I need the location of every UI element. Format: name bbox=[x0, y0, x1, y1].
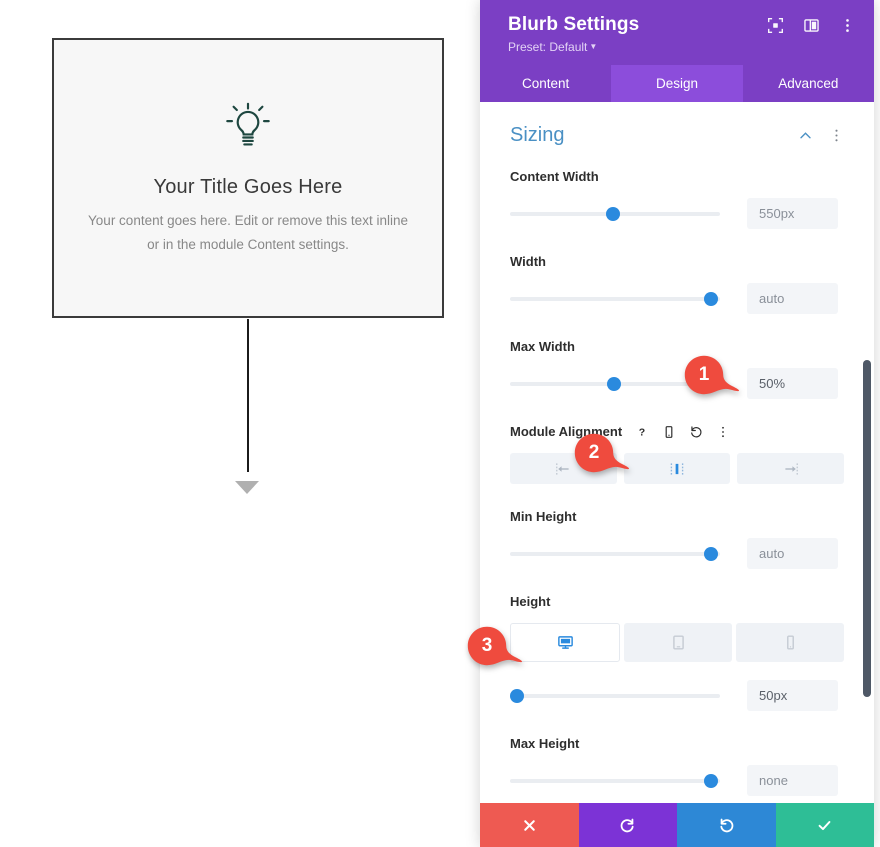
sizing-section-header: Sizing bbox=[510, 124, 844, 147]
svg-text:?: ? bbox=[639, 426, 645, 438]
slider-track bbox=[510, 296, 720, 301]
slider-knob[interactable] bbox=[607, 376, 621, 391]
module-preview-canvas: Your Title Goes Here Your content goes h… bbox=[0, 0, 480, 847]
width-value[interactable]: auto bbox=[747, 283, 838, 314]
badge-number: 1 bbox=[698, 364, 710, 385]
field-content-width: Content Width 550px bbox=[510, 169, 844, 229]
chevron-up-icon[interactable] bbox=[798, 128, 813, 143]
align-right-icon bbox=[785, 462, 798, 475]
responsive-phone-icon[interactable] bbox=[662, 425, 676, 439]
tab-content[interactable]: Content bbox=[480, 65, 611, 102]
blurb-title: Your Title Goes Here bbox=[153, 176, 343, 199]
height-device-tabs bbox=[510, 623, 844, 662]
badge-number: 2 bbox=[588, 442, 600, 463]
panel-action-bar bbox=[480, 803, 874, 847]
align-right-button[interactable] bbox=[737, 453, 845, 484]
panel-header: Blurb Settings Preset: Default ▼ bbox=[480, 0, 874, 65]
cancel-button[interactable] bbox=[480, 803, 579, 847]
slider-knob[interactable] bbox=[510, 688, 524, 703]
blurb-body-text: Your content goes here. Edit or remove t… bbox=[88, 213, 408, 252]
align-center-button[interactable] bbox=[623, 453, 731, 484]
field-width: Width auto bbox=[510, 254, 844, 314]
min-height-label: Min Height bbox=[510, 509, 577, 524]
height-label: Height bbox=[510, 594, 551, 609]
field-max-width: Max Width 50% bbox=[510, 339, 844, 399]
content-width-value[interactable]: 550px bbox=[747, 198, 838, 229]
panel-body: Sizing Content Width 550px Width auto Ma… bbox=[480, 102, 874, 803]
tab-design[interactable]: Design bbox=[611, 65, 743, 102]
slider-track bbox=[510, 693, 720, 698]
down-triangle-arrow-icon bbox=[235, 481, 259, 494]
app-screenshot: Your Title Goes Here Your content goes h… bbox=[0, 0, 880, 847]
panel-scrollbar[interactable] bbox=[863, 360, 871, 697]
device-tab-phone[interactable] bbox=[736, 623, 844, 662]
fullscreen-icon[interactable] bbox=[767, 17, 784, 34]
caret-down-icon: ▼ bbox=[589, 42, 598, 51]
align-center-icon bbox=[670, 462, 684, 475]
module-alignment-label: Module Alignment ? bbox=[510, 424, 844, 439]
max-width-value[interactable]: 50% bbox=[747, 368, 838, 399]
min-height-slider[interactable] bbox=[510, 545, 720, 563]
redo-icon bbox=[720, 818, 734, 832]
tab-advanced[interactable]: Advanced bbox=[743, 65, 874, 102]
section-title: Sizing bbox=[510, 124, 565, 146]
max-height-slider[interactable] bbox=[510, 772, 720, 790]
height-slider[interactable] bbox=[510, 687, 720, 705]
badge-number: 3 bbox=[481, 635, 493, 656]
help-icon[interactable]: ? bbox=[635, 425, 649, 439]
field-max-height: Max Height none bbox=[510, 736, 844, 796]
slider-track bbox=[510, 551, 720, 556]
field-height: Height 50px bbox=[510, 594, 844, 711]
content-width-slider[interactable] bbox=[510, 205, 720, 223]
redo-button[interactable] bbox=[677, 803, 776, 847]
layout-panel-icon[interactable] bbox=[803, 17, 820, 34]
annotation-badge-1: 1 bbox=[684, 355, 740, 395]
device-tab-desktop[interactable] bbox=[510, 623, 620, 662]
blurb-settings-panel: Blurb Settings Preset: Default ▼ Content… bbox=[480, 0, 874, 847]
height-value[interactable]: 50px bbox=[747, 680, 838, 711]
reset-icon[interactable] bbox=[689, 425, 703, 439]
tablet-icon bbox=[672, 635, 684, 650]
lightbulb-icon bbox=[226, 102, 270, 146]
slider-knob[interactable] bbox=[704, 291, 718, 306]
max-height-value[interactable]: none bbox=[747, 765, 838, 796]
preset-selector[interactable]: Preset: Default ▼ bbox=[508, 40, 854, 54]
width-slider[interactable] bbox=[510, 290, 720, 308]
check-icon bbox=[818, 820, 831, 830]
slider-knob[interactable] bbox=[704, 773, 718, 788]
blurb-module-preview[interactable]: Your Title Goes Here Your content goes h… bbox=[52, 38, 444, 318]
device-tab-tablet[interactable] bbox=[624, 623, 732, 662]
undo-icon bbox=[620, 818, 634, 832]
module-alignment-options bbox=[510, 453, 845, 484]
save-button[interactable] bbox=[775, 803, 874, 847]
field-module-alignment: Module Alignment ? bbox=[510, 424, 845, 484]
kebab-menu-icon[interactable] bbox=[716, 425, 730, 439]
width-label: Width bbox=[510, 254, 546, 269]
section-kebab-menu-icon[interactable] bbox=[829, 128, 844, 143]
panel-header-actions bbox=[767, 17, 856, 34]
slider-knob[interactable] bbox=[704, 546, 718, 561]
preset-label: Preset: Default bbox=[508, 40, 588, 54]
slider-track bbox=[510, 778, 720, 783]
content-width-label: Content Width bbox=[510, 169, 599, 184]
max-width-label: Max Width bbox=[510, 339, 575, 354]
desktop-icon bbox=[557, 636, 573, 649]
close-icon bbox=[523, 819, 535, 831]
align-left-icon bbox=[556, 462, 569, 475]
annotation-badge-3: 3 bbox=[467, 626, 523, 666]
annotation-badge-2: 2 bbox=[574, 433, 630, 473]
kebab-menu-icon[interactable] bbox=[839, 17, 856, 34]
panel-tabs: Content Design Advanced bbox=[480, 65, 874, 102]
field-min-height: Min Height auto bbox=[510, 509, 844, 569]
undo-button[interactable] bbox=[578, 803, 677, 847]
slider-knob[interactable] bbox=[606, 206, 620, 221]
phone-icon bbox=[786, 635, 794, 650]
max-height-label: Max Height bbox=[510, 736, 580, 751]
connector-line bbox=[247, 319, 249, 472]
min-height-value[interactable]: auto bbox=[747, 538, 838, 569]
